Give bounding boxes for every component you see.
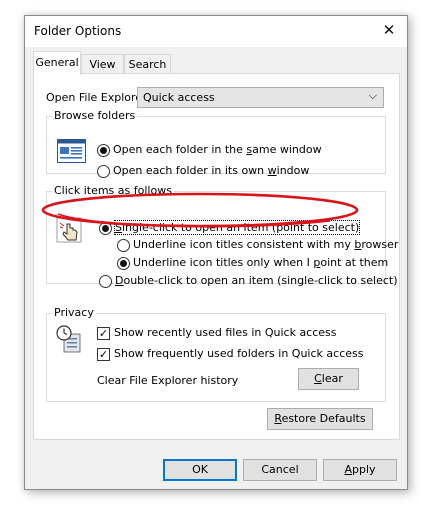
apply-button[interactable]: Apply bbox=[323, 459, 397, 481]
ok-button[interactable]: OK bbox=[163, 459, 237, 481]
option-single-click-label[interactable]: Single-click to open an item (point to s… bbox=[113, 220, 361, 235]
clear-history-label: Clear File Explorer history bbox=[97, 374, 239, 387]
radio-own-window[interactable] bbox=[97, 165, 110, 178]
clear-button[interactable]: Clear bbox=[298, 368, 359, 390]
close-icon[interactable]: ✕ bbox=[381, 21, 397, 39]
browse-folders-icon bbox=[57, 139, 86, 163]
hand-pointer-icon bbox=[56, 217, 82, 243]
frequent-folders-label[interactable]: Show frequently used folders in Quick ac… bbox=[114, 347, 363, 360]
folder-options-dialog: Folder Options ✕ General View Search Ope… bbox=[24, 15, 408, 490]
privacy-title: Privacy bbox=[52, 306, 96, 319]
option-own-window-label[interactable]: Open each folder in its own window bbox=[113, 164, 309, 177]
browse-folders-title: Browse folders bbox=[52, 109, 138, 122]
recent-files-label[interactable]: Show recently used files in Quick access bbox=[114, 326, 337, 339]
tab-general[interactable]: General bbox=[33, 51, 81, 75]
open-explorer-dropdown[interactable]: Quick access ⌵ bbox=[137, 87, 384, 108]
tab-search[interactable]: Search bbox=[124, 54, 171, 74]
radio-single-click[interactable] bbox=[99, 222, 112, 235]
cancel-button[interactable]: Cancel bbox=[243, 459, 317, 481]
radio-underline-consistent[interactable] bbox=[117, 239, 130, 252]
general-tab-panel: Open File Explorer to: Quick access ⌵ Br… bbox=[33, 73, 400, 440]
window-title: Folder Options bbox=[34, 24, 122, 38]
tab-view[interactable]: View bbox=[81, 54, 124, 74]
option-underline-consistent-label[interactable]: Underline icon titles consistent with my… bbox=[133, 238, 398, 251]
radio-double-click[interactable] bbox=[99, 275, 112, 288]
title-bar: Folder Options ✕ bbox=[25, 16, 407, 47]
chevron-down-icon: ⌵ bbox=[368, 89, 377, 102]
radio-same-window[interactable] bbox=[97, 144, 110, 157]
option-underline-point-label[interactable]: Underline icon titles only when I point … bbox=[133, 256, 388, 269]
restore-defaults-button[interactable]: Restore Defaults bbox=[267, 408, 373, 430]
option-double-click-label[interactable]: Double-click to open an item (single-cli… bbox=[115, 274, 398, 287]
checkbox-recent-files[interactable]: ✓ bbox=[97, 327, 110, 340]
radio-underline-point[interactable] bbox=[117, 257, 130, 270]
open-explorer-value: Quick access bbox=[143, 91, 215, 104]
checkbox-frequent-folders[interactable]: ✓ bbox=[97, 348, 110, 361]
privacy-clock-icon bbox=[56, 325, 81, 353]
click-items-title: Click items as follows bbox=[52, 184, 174, 197]
option-same-window-label[interactable]: Open each folder in the same window bbox=[113, 143, 322, 156]
